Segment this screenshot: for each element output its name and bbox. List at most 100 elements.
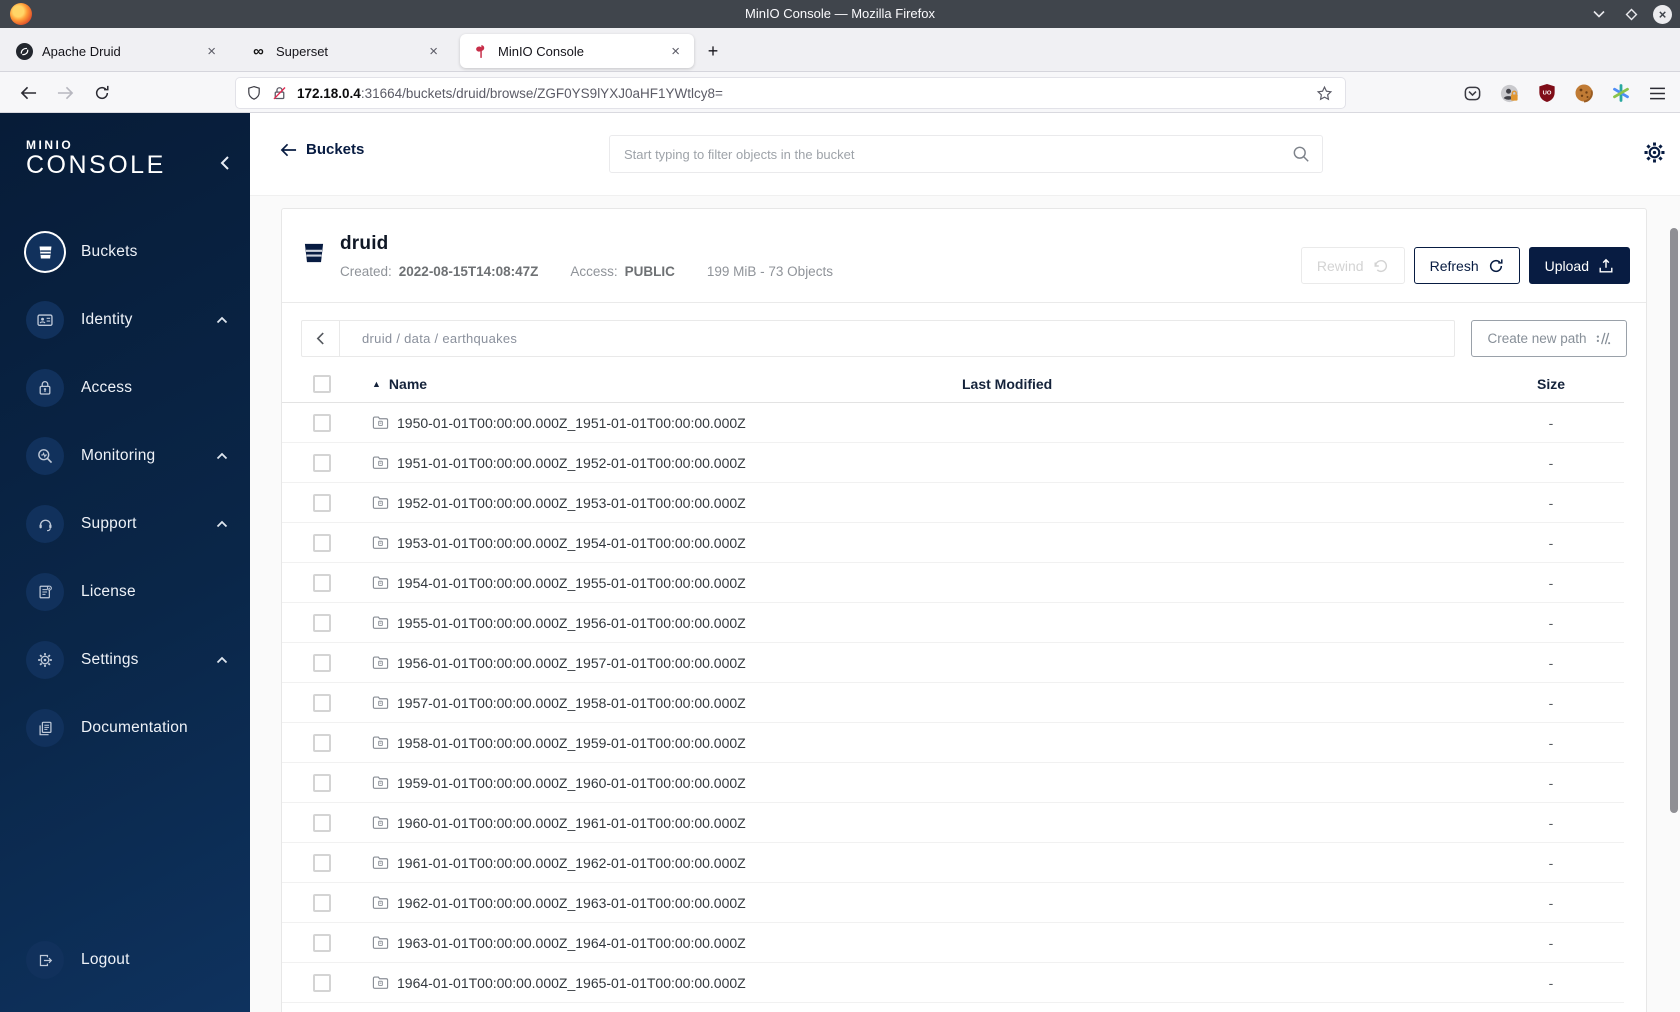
table-row[interactable]: 1950-01-01T00:00:00.000Z_1951-01-01T00:0… [282,403,1624,443]
row-checkbox[interactable] [313,493,331,512]
row-checkbox[interactable] [313,573,331,592]
create-new-path-button[interactable]: Create new path [1471,320,1627,357]
tab-apache-druid[interactable]: Apache Druid × [4,34,230,68]
extension-asterisk-icon[interactable] [1610,83,1631,104]
row-checkbox[interactable] [313,973,331,992]
sidebar-item-access[interactable]: Access [0,354,250,422]
column-size[interactable]: Size [1476,376,1626,392]
row-checkbox[interactable] [313,693,331,712]
profile-lock-icon[interactable] [1499,83,1520,104]
tab-close-icon[interactable]: × [203,42,220,61]
table-row[interactable]: 1956-01-01T00:00:00.000Z_1957-01-01T00:0… [282,643,1624,683]
upload-button[interactable]: Upload [1528,247,1630,284]
console-settings-gear-icon[interactable] [1642,140,1667,165]
pocket-icon[interactable] [1462,83,1483,104]
table-row[interactable]: 1959-01-01T00:00:00.000Z_1960-01-01T00:0… [282,763,1624,803]
bucket-icon [301,240,327,302]
sidebar-item-monitoring[interactable]: Monitoring [0,422,250,490]
row-checkbox[interactable] [313,613,331,632]
chevron-up-icon[interactable] [216,656,228,664]
object-name: 1954-01-01T00:00:00.000Z_1955-01-01T00:0… [397,574,746,591]
chevron-up-icon[interactable] [216,520,228,528]
tab-superset[interactable]: ∞ Superset × [238,34,452,68]
table-row[interactable]: 1951-01-01T00:00:00.000Z_1952-01-01T00:0… [282,443,1624,483]
page-scrollbar[interactable] [1670,228,1678,813]
table-row[interactable]: 1963-01-01T00:00:00.000Z_1964-01-01T00:0… [282,923,1624,963]
table-row[interactable]: 1957-01-01T00:00:00.000Z_1958-01-01T00:0… [282,683,1624,723]
table-row[interactable]: 1960-01-01T00:00:00.000Z_1961-01-01T00:0… [282,803,1624,843]
object-size: - [1548,654,1554,671]
insecure-lock-icon[interactable] [271,84,288,102]
objects-table: ▲ Name Last Modified Size 1950-01-01T00:… [282,365,1646,1003]
tab-minio-console[interactable]: MinIO Console × [460,34,694,68]
table-row[interactable]: 1958-01-01T00:00:00.000Z_1959-01-01T00:0… [282,723,1624,763]
minio-logo: MINIO CONSOLE [26,139,166,178]
object-size: - [1548,894,1554,911]
select-all-checkbox[interactable] [313,374,331,393]
window-close-icon[interactable]: × [1653,4,1672,24]
url-text[interactable]: 172.18.0.4:31664/buckets/druid/browse/ZG… [297,86,1316,101]
upload-icon [1599,258,1613,272]
table-row[interactable]: 1953-01-01T00:00:00.000Z_1954-01-01T00:0… [282,523,1624,563]
bookmark-star-icon[interactable] [1316,85,1333,102]
table-row[interactable]: 1961-01-01T00:00:00.000Z_1962-01-01T00:0… [282,843,1624,883]
row-checkbox[interactable] [313,413,331,432]
row-checkbox[interactable] [313,933,331,952]
row-checkbox[interactable] [313,533,331,552]
sidebar-item-logout[interactable]: Logout [0,926,250,994]
row-checkbox[interactable] [313,733,331,752]
filter-objects-input[interactable] [610,146,1292,162]
row-checkbox[interactable] [313,853,331,872]
tracking-shield-icon[interactable] [246,84,262,102]
new-tab-button[interactable]: + [700,38,726,64]
sidebar-item-identity[interactable]: Identity [0,286,250,354]
sidebar-item-documentation[interactable]: Documentation [0,694,250,762]
chevron-up-icon[interactable] [216,452,228,460]
url-bar[interactable]: 172.18.0.4:31664/buckets/druid/browse/ZG… [236,78,1345,108]
sidebar-item-buckets[interactable]: Buckets [0,218,250,286]
column-name[interactable]: Name [389,376,427,392]
tab-label: Superset [276,43,329,59]
object-name: 1961-01-01T00:00:00.000Z_1962-01-01T00:0… [397,854,746,871]
forward-button[interactable] [51,79,79,107]
sidebar-item-settings[interactable]: Settings [0,626,250,694]
table-row[interactable]: 1962-01-01T00:00:00.000Z_1963-01-01T00:0… [282,883,1624,923]
refresh-button[interactable]: Refresh [1413,247,1520,284]
sidebar-item-license[interactable]: License [0,558,250,626]
window-minimize-icon[interactable] [1589,4,1609,24]
new-path-icon [1596,332,1610,345]
column-last-modified[interactable]: Last Modified [962,376,1476,392]
row-checkbox[interactable] [313,453,331,472]
sidebar-item-support[interactable]: Support [0,490,250,558]
rewind-button[interactable]: Rewind [1300,247,1405,284]
back-button[interactable] [14,79,42,107]
druid-favicon [16,42,33,60]
sort-asc-icon[interactable]: ▲ [372,379,381,389]
breadcrumb-back-chevron-icon[interactable] [302,321,340,356]
table-row[interactable]: 1952-01-01T00:00:00.000Z_1953-01-01T00:0… [282,483,1624,523]
back-to-buckets-link[interactable]: Buckets [280,141,364,158]
menu-icon[interactable] [1647,83,1668,104]
window-maximize-icon[interactable] [1621,4,1641,24]
row-checkbox[interactable] [313,773,331,792]
cookie-icon[interactable] [1573,83,1594,104]
reload-button[interactable] [88,79,116,107]
sidebar-collapse-icon[interactable] [220,155,230,171]
row-checkbox[interactable] [313,653,331,672]
breadcrumb[interactable]: druid / data / earthquakes [362,331,517,346]
table-row[interactable]: 1955-01-01T00:00:00.000Z_1956-01-01T00:0… [282,603,1624,643]
object-name: 1958-01-01T00:00:00.000Z_1959-01-01T00:0… [397,734,746,751]
table-row[interactable]: 1954-01-01T00:00:00.000Z_1955-01-01T00:0… [282,563,1624,603]
sidebar-item-label: Monitoring [81,447,156,464]
object-name: 1952-01-01T00:00:00.000Z_1953-01-01T00:0… [397,494,746,511]
ublock-icon[interactable]: UO [1536,83,1557,104]
tab-close-icon[interactable]: × [667,42,684,61]
row-checkbox[interactable] [313,893,331,912]
folder-icon [372,815,389,830]
table-row[interactable]: 1964-01-01T00:00:00.000Z_1965-01-01T00:0… [282,963,1624,1003]
sidebar-item-label: Buckets [81,243,138,260]
tab-close-icon[interactable]: × [425,42,442,61]
sidebar-item-label: Identity [81,311,133,328]
row-checkbox[interactable] [313,813,331,832]
chevron-up-icon[interactable] [216,316,228,324]
